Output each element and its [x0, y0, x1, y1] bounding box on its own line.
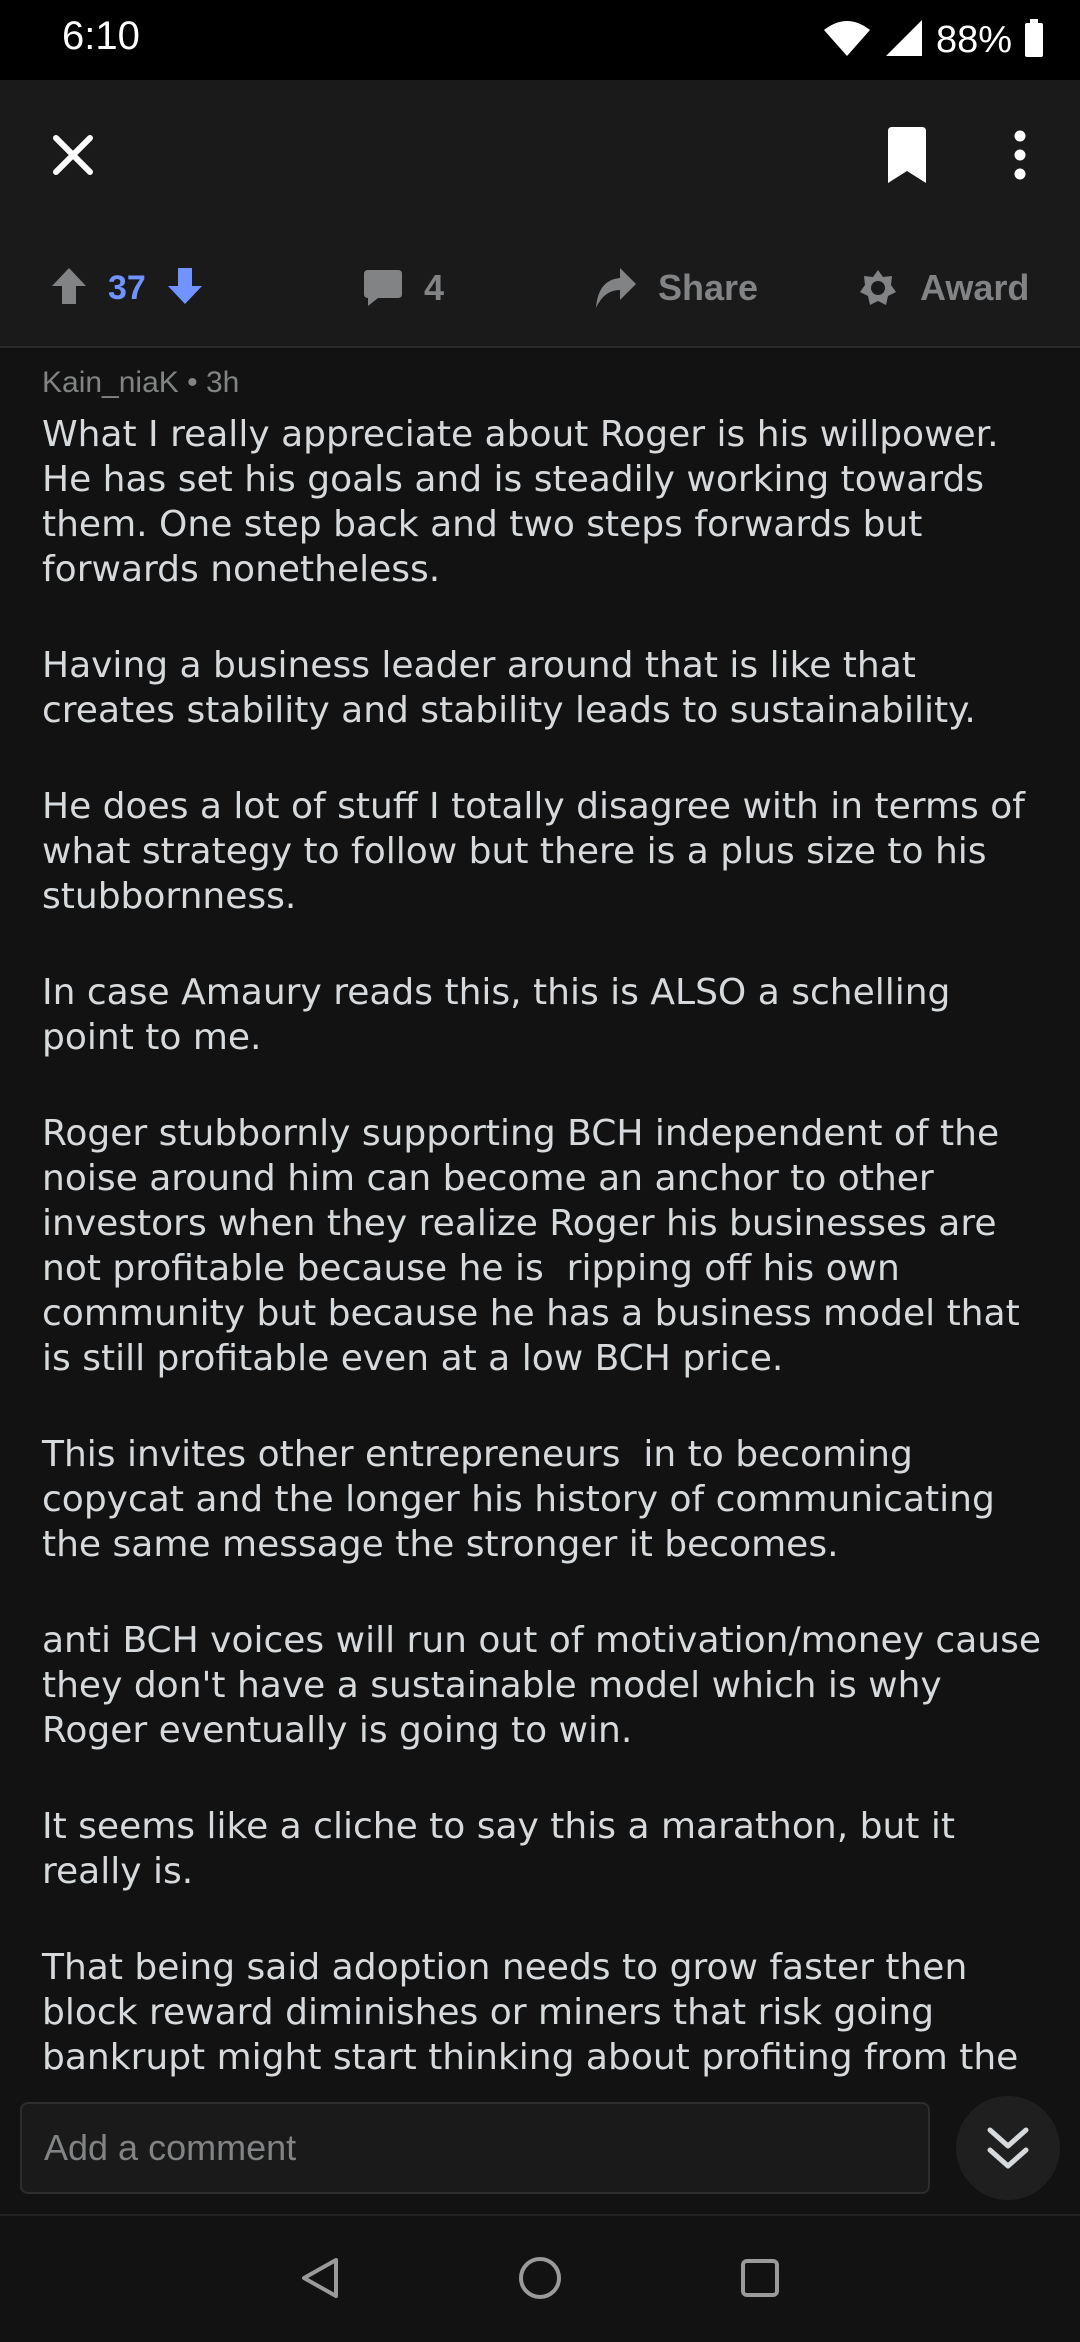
close-icon — [53, 135, 93, 175]
comments-count: 4 — [424, 267, 445, 308]
wifi-icon — [822, 18, 872, 62]
comment-age: 3h — [205, 366, 240, 399]
status-bar: 6:10 88% — [0, 0, 1080, 80]
top-app-bar — [0, 80, 1080, 230]
bookmark-icon — [888, 127, 926, 183]
comments-button[interactable]: 4 — [364, 230, 444, 346]
signal-icon — [884, 18, 924, 62]
double-chevron-down-icon — [987, 2127, 1029, 2169]
award-label: Award — [920, 267, 1030, 308]
recents-square-icon — [741, 2259, 779, 2297]
award-icon — [860, 270, 896, 305]
vote-score: 37 — [108, 268, 146, 307]
comment-paragraph: It seems like a cliche to say this a mar… — [42, 1806, 967, 1892]
more-options-button[interactable] — [990, 120, 1050, 190]
comment-paragraph: Having a business leader around that is … — [42, 645, 976, 731]
more-vertical-icon — [1014, 130, 1026, 180]
comment-paragraph: Roger stubbornly supporting BCH independ… — [42, 1113, 1032, 1379]
system-navigation-bar — [0, 2214, 1080, 2342]
downvote-arrow-icon — [167, 268, 202, 304]
reply-bar — [0, 2080, 1080, 2214]
award-button[interactable]: Award — [858, 230, 1029, 346]
close-button[interactable] — [38, 120, 108, 190]
comment-paragraph: He does a lot of stuff I totally disagre… — [42, 786, 1037, 917]
share-label: Share — [658, 267, 759, 308]
status-time: 6:10 — [62, 14, 140, 58]
comment-thread: Kain_niaK • 3h What I really appreciate … — [0, 346, 1080, 2080]
share-button[interactable]: Share — [594, 230, 758, 346]
status-indicators: 88% — [822, 14, 1044, 66]
back-triangle-icon — [302, 2258, 338, 2298]
back-button[interactable] — [290, 2240, 350, 2316]
upvote-button[interactable] — [52, 268, 86, 308]
recents-button[interactable] — [730, 2240, 790, 2316]
comment-action-bar: 37 4 Share Award — [0, 230, 1080, 348]
comment-bubble-icon — [364, 270, 402, 306]
comment-paragraph: What I really appreciate about Roger is … — [42, 414, 1011, 590]
comment-paragraph: That being said adoption needs to grow f… — [42, 1947, 1019, 2078]
comment-paragraph: This invites other entrepreneurs in to b… — [42, 1434, 1007, 1565]
meta-separator: • — [187, 366, 198, 399]
comment-meta: Kain_niaK • 3h — [42, 366, 239, 400]
next-comment-button[interactable] — [956, 2096, 1060, 2200]
comment-author[interactable]: Kain_niaK — [42, 366, 179, 399]
comment-paragraph: In case Amaury reads this, this is ALSO … — [42, 972, 962, 1058]
save-button[interactable] — [872, 120, 942, 190]
upvote-arrow-icon — [52, 268, 86, 304]
downvote-button[interactable] — [167, 268, 202, 308]
battery-percent: 88% — [935, 18, 1012, 61]
share-arrow-icon — [596, 268, 636, 308]
home-circle-icon — [519, 2257, 561, 2299]
vote-group: 37 — [52, 230, 202, 346]
home-button[interactable] — [510, 2240, 570, 2316]
comment-paragraph: anti BCH voices will run out of motivati… — [42, 1620, 1053, 1751]
battery-icon — [1024, 19, 1044, 61]
add-comment-input[interactable] — [20, 2102, 930, 2194]
comment-body: What I really appreciate about Roger is … — [42, 412, 1052, 2080]
